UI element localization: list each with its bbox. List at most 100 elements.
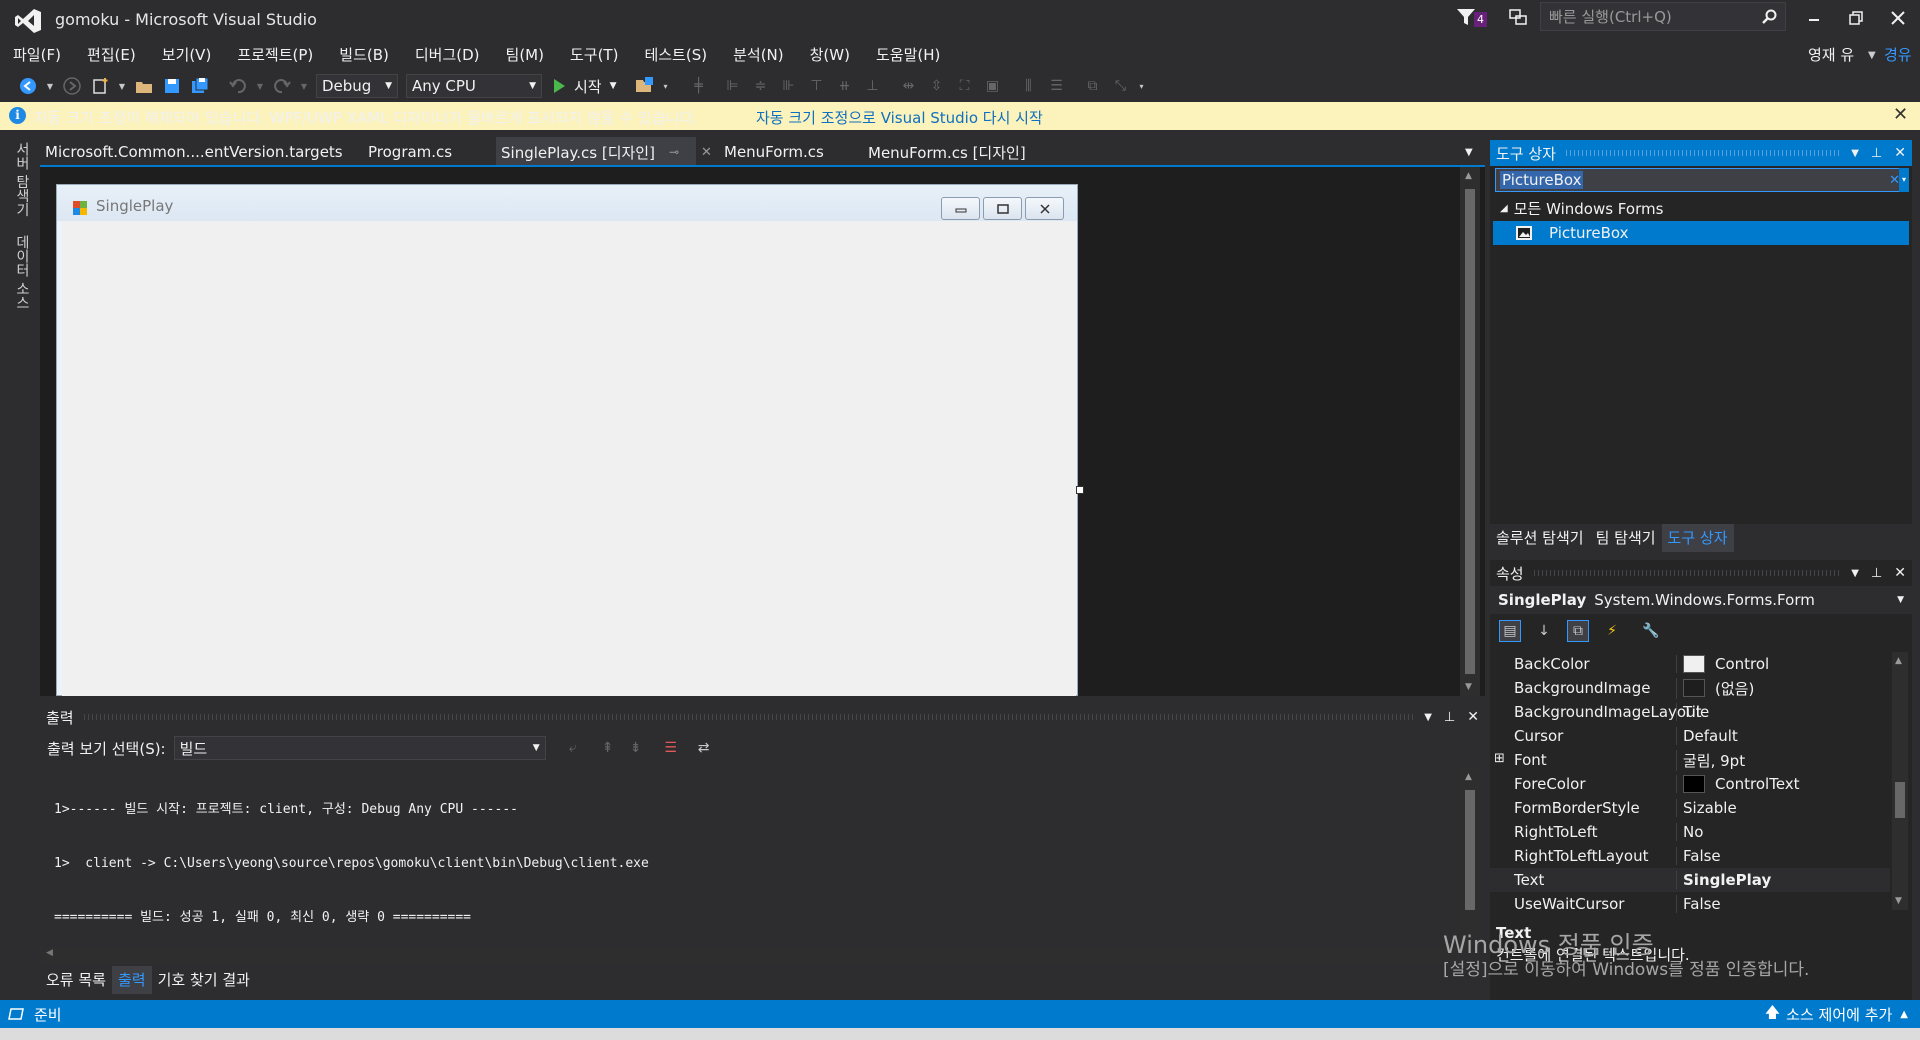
close-icon[interactable]: ✕ [1893, 104, 1908, 125]
panel-menu-icon[interactable]: ▼ [1851, 568, 1859, 579]
scroll-up-icon[interactable]: ▲ [1465, 772, 1472, 782]
open-file-icon[interactable] [133, 75, 155, 97]
alphabetical-icon[interactable]: ↓ [1533, 620, 1555, 642]
back-dropdown-icon[interactable]: ▼ [45, 75, 55, 97]
tab-output[interactable]: 출력 [111, 966, 152, 994]
toolbar-overflow-icon[interactable]: ▾ [1138, 75, 1146, 97]
menu-item[interactable]: 창(W) [797, 40, 863, 70]
word-wrap-icon[interactable]: ⇄ [693, 737, 715, 759]
output-scrollbar[interactable]: ▲ [1460, 768, 1480, 948]
layout-grid-icon[interactable]: ╪ [688, 75, 710, 97]
new-project-icon[interactable] [89, 75, 111, 97]
scroll-up-icon[interactable]: ▲ [1465, 171, 1472, 181]
tab-order-icon[interactable]: ⤡ [1110, 75, 1132, 97]
menu-item[interactable]: 빌드(B) [326, 40, 402, 70]
chevron-up-icon[interactable]: ▲ [1900, 1009, 1908, 1020]
tab-menuform-designer[interactable]: MenuForm.cs [디자인] [863, 137, 1031, 167]
toolbox-search-input[interactable]: PictureBox ✕ [1495, 168, 1905, 192]
output-text[interactable]: 1>------ 빌드 시작: 프로젝트: client, 구성: Debug … [54, 765, 1454, 945]
events-icon[interactable]: ⚡ [1601, 620, 1623, 642]
form-minimize-button[interactable] [941, 197, 980, 220]
close-window-button[interactable] [1878, 4, 1918, 32]
scroll-thumb[interactable] [1465, 189, 1475, 674]
restart-link[interactable]: 자동 크기 조정으로 Visual Studio 다시 시작 [756, 107, 1043, 128]
new-dropdown-icon[interactable]: ▼ [117, 75, 127, 97]
tab-team-explorer[interactable]: 팀 탐색기 [1590, 524, 1662, 552]
menu-item[interactable]: 디버그(D) [402, 40, 493, 70]
property-row[interactable]: BackgroundImage (없음) [1490, 676, 1890, 700]
user-name[interactable]: 영재 유 [1808, 40, 1854, 70]
clear-all-icon[interactable]: ☰ [660, 737, 682, 759]
configuration-select[interactable]: Debug ▼ [316, 74, 398, 98]
vertical-spacing-icon[interactable]: ☰ [1046, 75, 1068, 97]
close-icon[interactable]: ✕ [1894, 565, 1906, 581]
menu-item[interactable]: 편집(E) [74, 40, 149, 70]
panel-grip[interactable] [83, 714, 1415, 720]
bring-to-front-icon[interactable]: ⧉ [1082, 75, 1104, 97]
redo-icon[interactable] [271, 75, 293, 97]
pin-icon[interactable]: ⊥ [1871, 146, 1882, 161]
tab-overflow-icon[interactable]: ▼ [1460, 137, 1478, 167]
align-rights-icon[interactable]: ⊪ [778, 75, 800, 97]
object-selector[interactable]: SinglePlay System.Windows.Forms.Form ▼ [1490, 586, 1912, 614]
collapse-icon[interactable]: ◢ [1500, 203, 1508, 214]
previous-message-icon[interactable]: ⇞ [597, 737, 619, 759]
designer-scrollbar[interactable]: ▲ ▼ [1460, 167, 1480, 696]
scroll-thumb[interactable] [1465, 790, 1475, 910]
restore-button[interactable] [1836, 4, 1876, 32]
data-sources-tab[interactable]: 데이터 소스 [12, 235, 32, 309]
menu-item[interactable]: 팀(M) [493, 40, 557, 70]
panel-grip[interactable] [1533, 570, 1842, 576]
property-row[interactable]: FormBorderStyle Sizable [1490, 796, 1890, 820]
start-dropdown-icon[interactable]: ▼ [610, 81, 617, 91]
redo-dropdown-icon[interactable]: ▼ [299, 75, 309, 97]
categorized-icon[interactable]: ▤ [1499, 620, 1521, 642]
platform-select[interactable]: Any CPU ▼ [406, 74, 542, 98]
property-row[interactable]: UseWaitCursor False [1490, 892, 1890, 916]
make-same-size-icon[interactable]: ▣ [982, 75, 1004, 97]
align-tops-icon[interactable]: ⊤ [806, 75, 828, 97]
user-avatar[interactable]: 경유 [1884, 40, 1912, 70]
next-message-icon[interactable]: ⇟ [625, 737, 647, 759]
align-centers-icon[interactable]: ≑ [750, 75, 772, 97]
tab-singleplay-designer[interactable]: SinglePlay.cs [디자인] ⊸ [496, 137, 696, 167]
menu-item[interactable]: 테스트(S) [631, 40, 720, 70]
pin-icon[interactable]: ⊥ [1871, 566, 1882, 581]
expand-icon[interactable]: ⊞ [1494, 751, 1505, 766]
property-row[interactable]: RightToLeftLayout False [1490, 844, 1890, 868]
properties-view-icon[interactable]: ⧉ [1567, 620, 1589, 642]
menu-item[interactable]: 파일(F) [0, 40, 74, 70]
toolbar-overflow-icon[interactable]: ▾ [662, 75, 670, 97]
scroll-left-icon[interactable]: ◀ [46, 948, 53, 958]
toolbox-item-picturebox[interactable]: PictureBox [1493, 221, 1909, 245]
form-close-button[interactable] [1025, 197, 1064, 220]
property-row[interactable]: Text SinglePlay [1490, 868, 1890, 892]
output-source-select[interactable]: 빌드 ▼ [173, 736, 546, 760]
size-to-grid-icon[interactable]: ⛶ [954, 75, 976, 97]
property-row[interactable]: ForeColor ControlText [1490, 772, 1890, 796]
scroll-up-icon[interactable]: ▲ [1895, 656, 1902, 666]
undo-dropdown-icon[interactable]: ▼ [255, 75, 265, 97]
property-row[interactable]: RightToLeft No [1490, 820, 1890, 844]
close-icon[interactable]: ✕ [1894, 145, 1906, 161]
pin-icon[interactable]: ⊸ [669, 145, 679, 159]
feedback-icon[interactable] [1508, 7, 1530, 29]
menu-item[interactable]: 보기(V) [149, 40, 225, 70]
form-client-area[interactable] [62, 221, 1076, 696]
property-row[interactable]: BackColor Control [1490, 652, 1890, 676]
property-row[interactable]: BackgroundImageLayout Tile [1490, 700, 1890, 724]
make-same-width-icon[interactable]: ⇹ [898, 75, 920, 97]
menu-item[interactable]: 도움말(H) [863, 40, 953, 70]
scroll-down-icon[interactable]: ▼ [1895, 896, 1902, 906]
panel-menu-icon[interactable]: ▼ [1851, 148, 1859, 159]
tab-error-list[interactable]: 오류 목록 [40, 966, 112, 994]
panel-grip[interactable] [1565, 150, 1842, 156]
align-middles-icon[interactable]: ⧺ [834, 75, 856, 97]
source-control-button[interactable]: 소스 제어에 추가 [1786, 1004, 1892, 1025]
form-maximize-button[interactable] [983, 197, 1022, 220]
save-all-icon[interactable] [189, 75, 211, 97]
output-horizontal-scrollbar[interactable]: ◀ [40, 947, 1460, 964]
panel-menu-icon[interactable]: ▼ [1424, 712, 1432, 723]
menu-item[interactable]: 분석(N) [720, 40, 797, 70]
toolbox-group[interactable]: ◢ 모든 Windows Forms [1500, 197, 1663, 219]
